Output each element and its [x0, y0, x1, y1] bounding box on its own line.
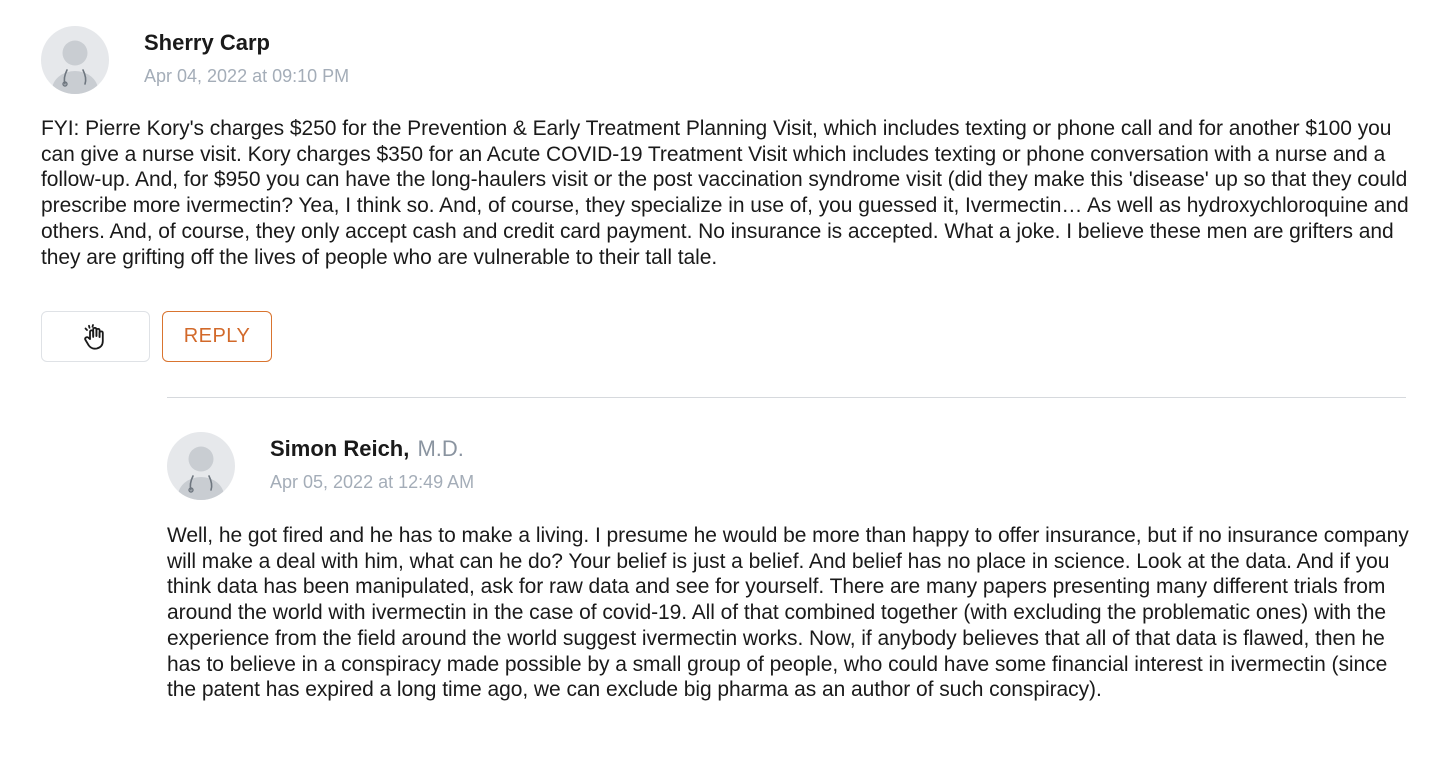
- react-button[interactable]: [41, 311, 150, 362]
- author-credential: M.D.: [417, 436, 464, 461]
- clapping-hand-icon: [83, 323, 104, 350]
- comment-header: Sherry Carp Apr 04, 2022 at 09:10 PM: [41, 26, 1416, 96]
- comment-actions: REPLY: [41, 311, 272, 362]
- default-user-icon: [178, 446, 224, 500]
- author-name[interactable]: Sherry Carp: [144, 30, 349, 56]
- comment-date: Apr 04, 2022 at 09:10 PM: [144, 66, 350, 86]
- avatar[interactable]: [41, 26, 109, 94]
- author-name-text: Simon Reich,: [270, 436, 410, 461]
- default-user-icon: [52, 40, 98, 94]
- comment-meta: Sherry Carp Apr 04, 2022 at 09:10 PM: [144, 26, 349, 87]
- comment-body: Well, he got fired and he has to make a …: [167, 524, 1409, 702]
- comment-body: FYI: Pierre Kory's charges $250 for the …: [41, 117, 1409, 269]
- reply-comment: Simon Reich, M.D. Apr 05, 2022 at 12:49 …: [167, 432, 1417, 703]
- avatar[interactable]: [167, 432, 235, 500]
- comment: Sherry Carp Apr 04, 2022 at 09:10 PM FYI…: [41, 26, 1416, 270]
- comment-meta: Simon Reich, M.D. Apr 05, 2022 at 12:49 …: [270, 432, 474, 493]
- author-name[interactable]: Simon Reich, M.D.: [270, 436, 474, 462]
- reply-button[interactable]: REPLY: [162, 311, 272, 362]
- comment-date: Apr 05, 2022 at 12:49 AM: [270, 472, 475, 492]
- thread-divider: [167, 397, 1406, 398]
- comment-header: Simon Reich, M.D. Apr 05, 2022 at 12:49 …: [167, 432, 1417, 502]
